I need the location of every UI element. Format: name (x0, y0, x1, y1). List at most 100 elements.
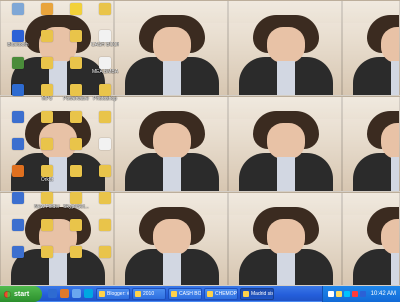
desktop-icon[interactable] (4, 3, 32, 15)
bluetooth-icon (12, 30, 24, 42)
desktop-icon[interactable]: Orkut (33, 165, 61, 183)
desktop-icon[interactable] (91, 219, 119, 231)
taskbar-button-label: CASH BOOK ... (179, 291, 201, 297)
desktop-icon[interactable] (62, 111, 90, 123)
desktop-icon[interactable] (33, 111, 61, 123)
desktop-icon[interactable] (91, 165, 119, 177)
desktop-icon[interactable] (62, 57, 90, 69)
desktop-icon[interactable] (91, 138, 119, 150)
desktop-icon[interactable] (4, 57, 32, 69)
computer-icon (12, 3, 24, 15)
document-icon (99, 138, 111, 150)
folder-icon (99, 111, 111, 123)
taskbar-button-label: Madrid sispen... (251, 291, 273, 297)
wallpaper-tile (228, 0, 342, 96)
desktop-icon-label: MEA BMBA (91, 69, 119, 75)
desktop-icon[interactable] (33, 246, 61, 258)
desktop-icon[interactable]: New Folder (33, 192, 61, 210)
wallpaper-tile (342, 0, 400, 96)
desktop-icon-label: Orkut (40, 177, 54, 183)
desktop-icon[interactable] (62, 219, 90, 231)
desktop-icon[interactable] (91, 3, 119, 15)
desktop-icon[interactable]: CASH BOOK (91, 30, 119, 48)
desktop-icon[interactable] (4, 219, 32, 231)
folder-icon (70, 219, 82, 231)
folder-icon (99, 219, 111, 231)
folder-icon (70, 138, 82, 150)
media-icon[interactable] (60, 289, 69, 298)
taskbar-button[interactable]: CASH BOOK ... (168, 288, 202, 300)
desktop-icon[interactable] (33, 138, 61, 150)
desktop-icon[interactable]: Powerwave (62, 84, 90, 102)
document-icon (99, 57, 111, 69)
desktop-icon[interactable] (62, 30, 90, 42)
desktop-icon-label: MP3 (41, 96, 53, 102)
word-icon (207, 291, 213, 297)
skype-icon[interactable] (343, 291, 350, 297)
folder-icon (70, 111, 82, 123)
desktop-icon[interactable] (4, 84, 32, 96)
desktop-icon[interactable]: SkypeSet... (62, 192, 90, 210)
taskbar: start Blogger: ##... 2010 CASH BOOK ... CHE… (0, 286, 400, 302)
wallpaper-tile (114, 192, 228, 286)
folder-icon (99, 165, 111, 177)
desktop-icon[interactable] (91, 111, 119, 123)
desktop-icon[interactable] (62, 246, 90, 258)
desktop-icon[interactable] (4, 111, 32, 123)
desktop-icon[interactable] (91, 192, 119, 204)
desktop-icon[interactable] (33, 30, 61, 42)
desktop-icon[interactable] (72, 289, 81, 298)
taskbar-button[interactable]: Madrid sispen... (240, 288, 274, 300)
network-icon[interactable] (327, 291, 334, 297)
shortcut-icon (12, 192, 24, 204)
desktop-icon[interactable] (91, 246, 119, 258)
start-label: start (14, 290, 30, 298)
desktop-icon[interactable] (33, 57, 61, 69)
desktop-icon[interactable] (62, 165, 90, 177)
volume-icon[interactable] (335, 291, 342, 297)
desktop-icon[interactable]: MP3 (33, 84, 61, 102)
wallpaper-tile (342, 96, 400, 192)
desktop-icon[interactable]: Bluetooth (4, 30, 32, 48)
bluetooth-icon[interactable] (359, 291, 366, 297)
desktop-icon[interactable] (4, 138, 32, 150)
desktop-icon[interactable] (4, 246, 32, 258)
folder-icon (99, 246, 111, 258)
system-tray: 10:42 AM (322, 286, 400, 302)
desktop-icon[interactable] (4, 165, 32, 177)
start-button[interactable]: start (0, 286, 42, 302)
desktop-icon[interactable] (33, 3, 61, 15)
browser-icon (12, 84, 24, 96)
folder-icon (99, 84, 111, 96)
taskbar-button-label: CHEMOPHA... (215, 291, 237, 297)
folder-icon (41, 192, 53, 204)
desktop-icon[interactable] (4, 192, 32, 204)
folder-icon (41, 165, 53, 177)
folder-icon (70, 57, 82, 69)
blogger-icon (99, 291, 105, 297)
folder-icon (70, 30, 82, 42)
desktop-icon[interactable]: MEA BMBA (91, 57, 119, 75)
desktop-icon-label: Photoshop (93, 96, 117, 102)
windows-flag-icon (4, 290, 11, 298)
folder-icon (41, 57, 53, 69)
desktop-icon-label: New Folder (34, 204, 60, 210)
desktop-icon[interactable] (33, 219, 61, 231)
desktop-icon[interactable] (62, 138, 90, 150)
wallpaper-tile (114, 96, 228, 192)
paint-icon (243, 291, 249, 297)
excel-icon (171, 291, 177, 297)
skype-icon[interactable] (84, 289, 93, 298)
folder-icon (41, 246, 53, 258)
desktop-icon[interactable] (62, 3, 90, 15)
taskbar-button[interactable]: CHEMOPHA... (204, 288, 238, 300)
folder-icon (70, 246, 82, 258)
clock[interactable]: 10:42 AM (371, 291, 396, 297)
taskbar-button[interactable]: Blogger: ##... (96, 288, 130, 300)
taskbar-button[interactable]: 2010 (132, 288, 166, 300)
chat-icon (41, 3, 53, 15)
security-icon[interactable] (351, 291, 358, 297)
folder-icon (99, 3, 111, 15)
desktop-icon[interactable]: Photoshop (91, 84, 119, 102)
ie-icon[interactable] (48, 289, 57, 298)
